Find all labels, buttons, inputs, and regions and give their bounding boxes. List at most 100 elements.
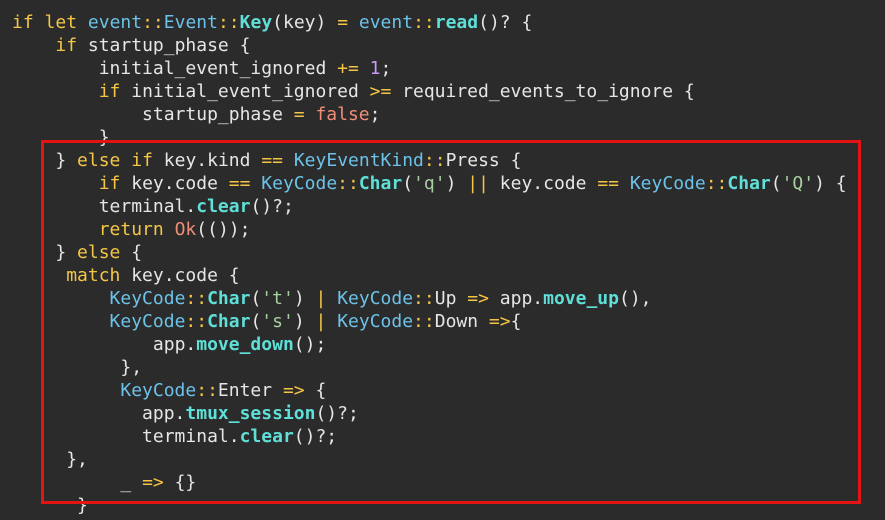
code-token: == (228, 173, 251, 194)
code-token: 'q' (413, 173, 446, 194)
code-token: KeyEventKind (293, 150, 424, 171)
code-token: => (488, 311, 511, 332)
code-token: ) (293, 288, 316, 309)
code-token: { (510, 311, 522, 332)
code-line: KeyCode::Enter => { (12, 379, 326, 402)
code-line: app.move_down(); (12, 333, 326, 356)
code-token: clear (196, 196, 251, 217)
code-token: initial_event_ignored (98, 58, 338, 79)
code-token: move_down (196, 334, 294, 355)
code-token: } (55, 242, 78, 263)
code-token: ( (770, 173, 782, 194)
code-line: if let event::Event::Key(key) = event::r… (12, 11, 532, 34)
code-token: let (44, 12, 78, 33)
code-token: | (315, 288, 327, 309)
code-token: if (131, 150, 153, 171)
code-token: terminal. (142, 426, 240, 447)
code-token: ()?; (250, 196, 294, 217)
code-line: startup_phase = false; (12, 103, 380, 126)
code-token: return (98, 219, 164, 240)
code-token: ; (380, 58, 392, 79)
code-token: app. (488, 288, 544, 309)
code-token: ) { (814, 173, 847, 194)
code-token: || (467, 173, 489, 194)
code-token: += (337, 58, 359, 79)
code-line: _ => {} (12, 471, 196, 494)
code-token: (()); (196, 219, 251, 240)
code-line: KeyCode::Char('s') | KeyCode::Down =>{ (12, 310, 522, 333)
code-token: read (434, 12, 479, 33)
code-line: terminal.clear()?; (12, 425, 337, 448)
code-token: ( (250, 288, 262, 309)
code-token: :: (185, 288, 208, 309)
code-token: Ok (174, 219, 197, 240)
code-token: 'Q' (781, 173, 815, 194)
code-token: Up (434, 288, 468, 309)
code-token: 1 (369, 58, 381, 79)
code-token: KeyCode (337, 311, 414, 332)
code-token: _ (120, 472, 132, 493)
code-line: }, (12, 448, 88, 471)
code-token: } (55, 150, 78, 171)
code-token: key.code { (120, 265, 240, 286)
code-token: if (98, 173, 121, 194)
code-token: }, (120, 357, 143, 378)
code-token: app. (152, 334, 197, 355)
code-token: terminal. (98, 196, 197, 217)
code-token: :: (217, 12, 240, 33)
code-token: startup_phase (142, 104, 294, 125)
code-token: Char (207, 288, 251, 309)
code-token: {} (163, 472, 197, 493)
code-token: Event (163, 12, 218, 33)
code-token: ( (402, 173, 414, 194)
code-token: } (77, 495, 88, 516)
code-token: ()? { (478, 12, 533, 33)
code-token: KeyCode (629, 173, 706, 194)
code-token: else (77, 150, 121, 171)
code-token: (), (618, 288, 652, 309)
code-editor: if let event::Event::Key(key) = event::r… (0, 0, 885, 520)
code-token: :: (196, 380, 218, 401)
code-token: :: (705, 173, 728, 194)
code-token: :: (423, 150, 446, 171)
code-line: } (12, 494, 88, 517)
code-line: if key.code == KeyCode::Char('q') || key… (12, 172, 847, 195)
code-token: = (293, 104, 305, 125)
code-line: } else { (12, 241, 142, 264)
code-token: { (120, 242, 143, 263)
code-token: == (597, 173, 619, 194)
code-token: | (315, 311, 327, 332)
code-token: :: (185, 311, 208, 332)
code-token: ) (293, 311, 316, 332)
code-token: if (12, 12, 34, 33)
code-token: tmux_session (185, 403, 316, 424)
code-token: Key (239, 12, 273, 33)
code-token: ; (369, 104, 381, 125)
code-token: :: (337, 173, 359, 194)
code-token: (key) (272, 12, 338, 33)
code-token: Char (358, 173, 403, 194)
code-token: :: (413, 288, 435, 309)
code-token: => (282, 380, 305, 401)
code-token: 's' (261, 311, 294, 332)
code-line: app.tmux_session()?; (12, 402, 359, 425)
